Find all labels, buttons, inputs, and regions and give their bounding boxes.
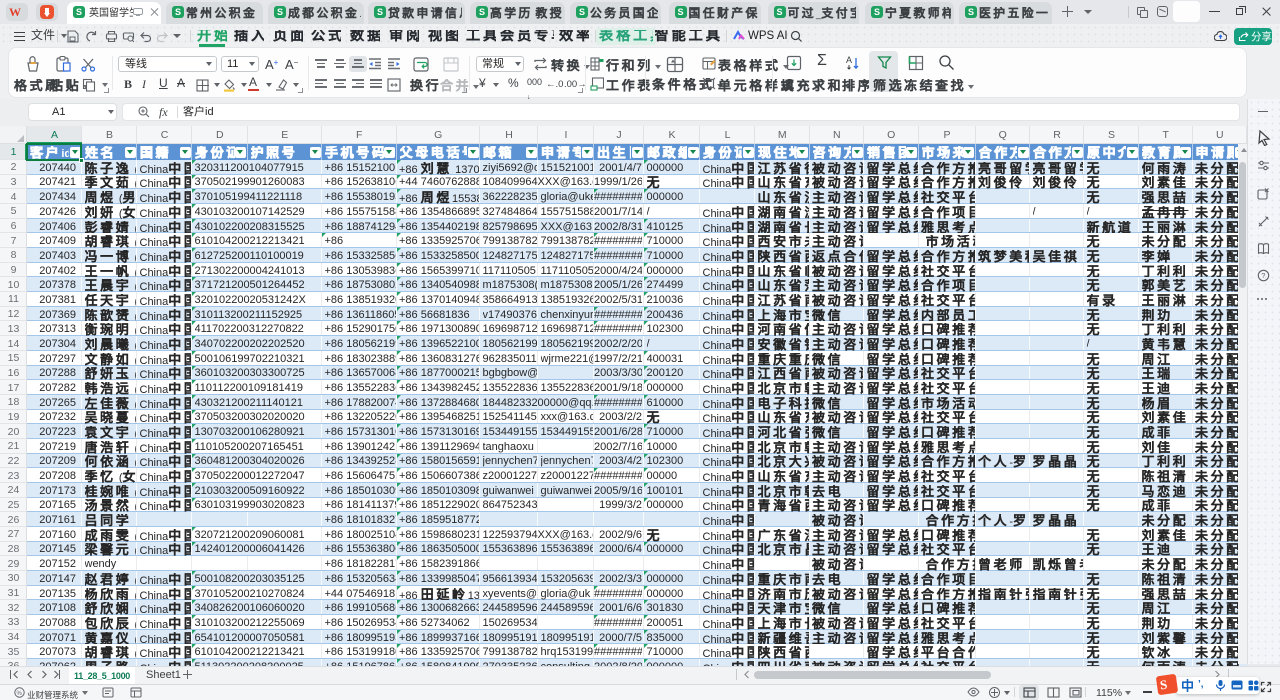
- svg-text:%: %: [17, 691, 23, 697]
- svg-text:A: A: [846, 55, 852, 65]
- svg-text:?: ?: [1261, 271, 1265, 280]
